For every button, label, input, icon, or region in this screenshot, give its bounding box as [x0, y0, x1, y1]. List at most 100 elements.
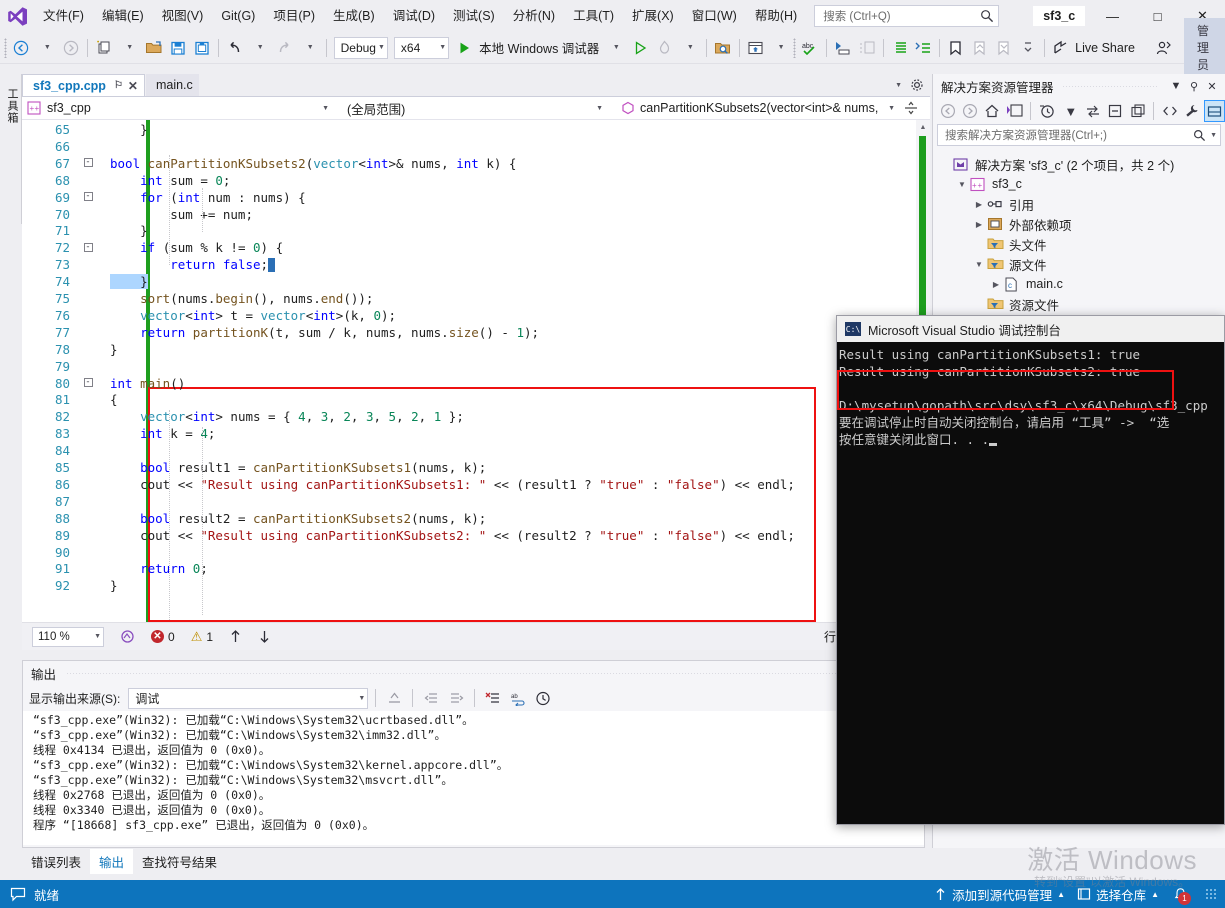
menu-git[interactable]: Git(G)	[212, 3, 264, 29]
code-line[interactable]: 79	[22, 359, 930, 376]
sync-with-active-document-icon[interactable]	[1082, 100, 1103, 122]
code-line[interactable]: 81 {	[22, 392, 930, 409]
feedback-icon[interactable]	[1152, 36, 1176, 60]
code-line[interactable]: 76 vector<int> t = vector<int>(k, 0);	[22, 308, 930, 325]
toolbar-grip-2[interactable]	[793, 37, 797, 58]
close-icon[interactable]: ✕	[1203, 80, 1221, 93]
code-line[interactable]: 88 bool result2 = canPartitionKSubsets2(…	[22, 511, 930, 528]
code-line[interactable]: 77 return partitionK(t, sum / k, nums, n…	[22, 325, 930, 342]
chevron-down-icon[interactable]: ▼	[882, 105, 901, 112]
code-line[interactable]: 85 bool result1 = canPartitionKSubsets1(…	[22, 460, 930, 477]
code-line[interactable]: 83 int k = 4;	[22, 426, 930, 443]
hot-reload-dropdown[interactable]: ▼	[678, 36, 702, 60]
global-search-input[interactable]: 搜索 (Ctrl+Q)	[814, 5, 1000, 27]
menu-extensions[interactable]: 扩展(X)	[623, 3, 683, 29]
toolbar-grip[interactable]	[4, 37, 8, 58]
tree-resource-files[interactable]: 资源文件	[937, 294, 1225, 314]
solution-explorer-scroll-hint[interactable]	[1213, 204, 1225, 254]
pin-icon[interactable]: ⚲	[1185, 80, 1203, 93]
new-project-dropdown[interactable]: ▼	[118, 36, 142, 60]
clear-output-icon[interactable]	[482, 687, 504, 709]
code-line[interactable]: 66	[22, 139, 930, 156]
solution-configuration-combo[interactable]: Debug ▼	[333, 36, 388, 59]
resize-grip[interactable]	[1205, 888, 1217, 900]
expand-chevron-icon[interactable]: ▶	[988, 280, 1004, 289]
navigate-back-button[interactable]	[9, 36, 33, 60]
undo-button[interactable]	[222, 36, 246, 60]
select-repository-button[interactable]: 选择仓库 ▲	[1077, 885, 1159, 904]
uncomment-selection-icon[interactable]	[855, 36, 879, 60]
start-without-debugging-button[interactable]	[628, 36, 652, 60]
menu-window[interactable]: 窗口(W)	[683, 3, 746, 29]
pin-icon[interactable]: ⚐	[114, 80, 123, 91]
solution-view-icon[interactable]	[1004, 100, 1025, 122]
properties-wrench-icon[interactable]	[1181, 100, 1202, 122]
toggle-timestamps-icon[interactable]	[532, 687, 554, 709]
code-line[interactable]: 71 }	[22, 223, 930, 240]
menu-tools[interactable]: 工具(T)	[564, 3, 623, 29]
warning-count[interactable]: ⚠ 1	[191, 630, 213, 644]
console-output-area[interactable]: Result using canPartitionKSubsets1: true…	[837, 342, 1224, 448]
tree-references[interactable]: ▶ 引用	[937, 194, 1225, 214]
code-line[interactable]: 84	[22, 443, 930, 460]
fold-toggle-icon[interactable]: -	[78, 190, 98, 207]
go-to-previous-message-icon[interactable]	[420, 687, 442, 709]
tree-header-files[interactable]: 头文件	[937, 234, 1225, 254]
panel-menu-icon[interactable]: ▼	[1167, 80, 1185, 92]
code-line[interactable]: 72- if (sum % k != 0) {	[22, 240, 930, 257]
menu-view[interactable]: 视图(V)	[153, 3, 213, 29]
code-line[interactable]: 75 sort(nums.begin(), nums.end());	[22, 291, 930, 308]
tab-output[interactable]: 输出	[90, 849, 134, 874]
code-line[interactable]: 80- int main()	[22, 376, 930, 393]
code-line[interactable]: 86 cout << "Result using canPartitionKSu…	[22, 477, 930, 494]
find-in-files-icon[interactable]	[711, 36, 735, 60]
search-options-dropdown[interactable]: ▼	[1210, 132, 1217, 139]
navigate-forward-icon[interactable]	[959, 100, 980, 122]
fold-toggle-icon[interactable]: -	[78, 156, 98, 173]
tree-main-c[interactable]: ▶ c main.c	[937, 274, 1225, 294]
navigate-forward-button[interactable]	[59, 36, 83, 60]
close-icon[interactable]: ✕	[128, 79, 138, 93]
maximize-button[interactable]: □	[1135, 0, 1180, 32]
spell-check-icon[interactable]: abc	[798, 36, 822, 60]
zoom-level-combo[interactable]: 110 % ▼	[32, 626, 104, 647]
comment-selection-icon[interactable]	[831, 36, 855, 60]
menu-debug[interactable]: 调试(D)	[384, 3, 444, 29]
show-all-files-icon[interactable]	[1127, 100, 1148, 122]
code-line[interactable]: 73 return false;	[22, 257, 930, 274]
properties-window-icon[interactable]	[1203, 100, 1225, 122]
collapse-all-icon[interactable]	[1105, 100, 1126, 122]
find-message-icon[interactable]	[383, 687, 405, 709]
panel-drag-dots[interactable]	[1061, 85, 1159, 87]
code-line[interactable]: 82 vector<int> nums = { 4, 3, 2, 3, 5, 2…	[22, 409, 930, 426]
tab-find-symbol-results[interactable]: 查找符号结果	[133, 849, 226, 874]
collapse-chevron-icon[interactable]: ▼	[971, 260, 987, 269]
home-icon[interactable]	[982, 100, 1003, 122]
menu-test[interactable]: 测试(S)	[444, 3, 504, 29]
active-files-dropdown-icon[interactable]: ▼	[895, 82, 902, 89]
tree-solution[interactable]: 解决方案 'sf3_c' (2 个项目，共 2 个)	[937, 154, 1225, 174]
code-line[interactable]: 87	[22, 494, 930, 511]
solution-platform-combo[interactable]: x64 ▼	[393, 36, 450, 59]
menu-help[interactable]: 帮助(H)	[746, 3, 806, 29]
collapse-chevron-icon[interactable]: ▼	[954, 180, 970, 189]
solution-explorer-search-input[interactable]: 搜索解决方案资源管理器(Ctrl+;) ▼	[937, 124, 1221, 146]
debug-console-window[interactable]: C:\ Microsoft Visual Studio 调试控制台 Result…	[836, 315, 1225, 825]
panel-drag-dots[interactable]	[66, 672, 914, 674]
save-button[interactable]	[166, 36, 190, 60]
code-line[interactable]: 69- for (int num : nums) {	[22, 190, 930, 207]
expand-chevron-icon[interactable]: ▶	[971, 200, 987, 209]
code-line[interactable]: 90	[22, 545, 930, 562]
undo-dropdown[interactable]: ▼	[248, 36, 272, 60]
open-file-button[interactable]	[142, 36, 166, 60]
add-to-source-control-button[interactable]: 添加到源代码管理 ▲	[934, 885, 1065, 904]
next-issue-button[interactable]	[258, 629, 271, 644]
go-to-next-message-icon[interactable]	[445, 687, 467, 709]
tab-sf3-cpp[interactable]: sf3_cpp.cpp ⚐ ✕	[22, 74, 145, 96]
error-count[interactable]: ✕ 0	[151, 630, 175, 644]
hot-reload-button[interactable]	[652, 36, 676, 60]
menu-project[interactable]: 项目(P)	[264, 3, 324, 29]
code-line[interactable]: 91 return 0;	[22, 561, 930, 578]
save-all-button[interactable]	[190, 36, 214, 60]
solution-explorer-icon[interactable]	[743, 36, 767, 60]
